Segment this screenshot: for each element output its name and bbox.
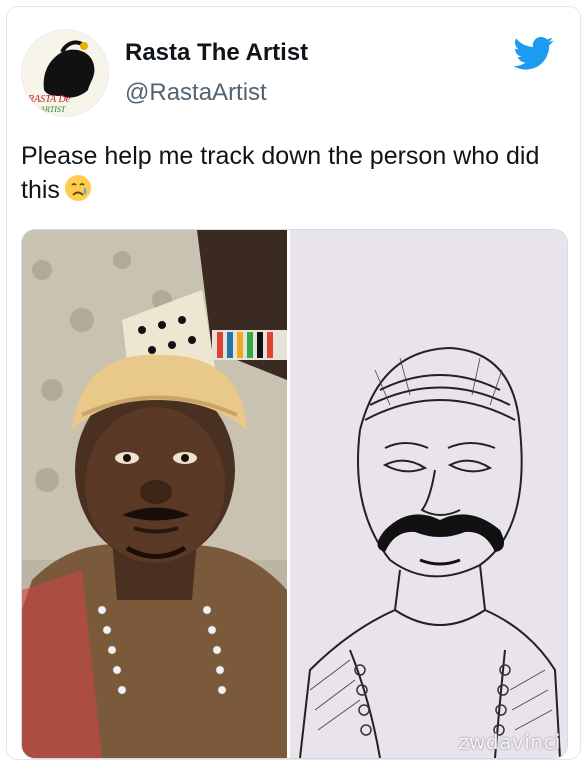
- svg-text:RASTA De: RASTA De: [27, 94, 71, 105]
- display-name[interactable]: Rasta The Artist: [125, 39, 308, 67]
- tweet-body: Please help me track down the person who…: [21, 142, 540, 204]
- tweet-text: Please help me track down the person who…: [21, 139, 561, 211]
- crying-face-emoji: [64, 174, 92, 211]
- photo-of-man-with-headwrap[interactable]: [22, 230, 287, 758]
- tweet-media[interactable]: zwdavinci: [21, 229, 568, 759]
- tweet-card[interactable]: RASTA De ARTIST Rasta The Artist @RastaA…: [6, 6, 581, 760]
- user-handle[interactable]: @RastaArtist: [125, 79, 267, 107]
- pencil-sketch-of-man[interactable]: [290, 230, 567, 758]
- svg-text:ARTIST: ARTIST: [39, 105, 66, 114]
- twitter-bird-icon[interactable]: [511, 33, 557, 73]
- avatar[interactable]: RASTA De ARTIST: [21, 29, 109, 117]
- watermark: zwdavinci: [458, 730, 561, 754]
- rasta-artist-logo: RASTA De ARTIST: [22, 30, 108, 116]
